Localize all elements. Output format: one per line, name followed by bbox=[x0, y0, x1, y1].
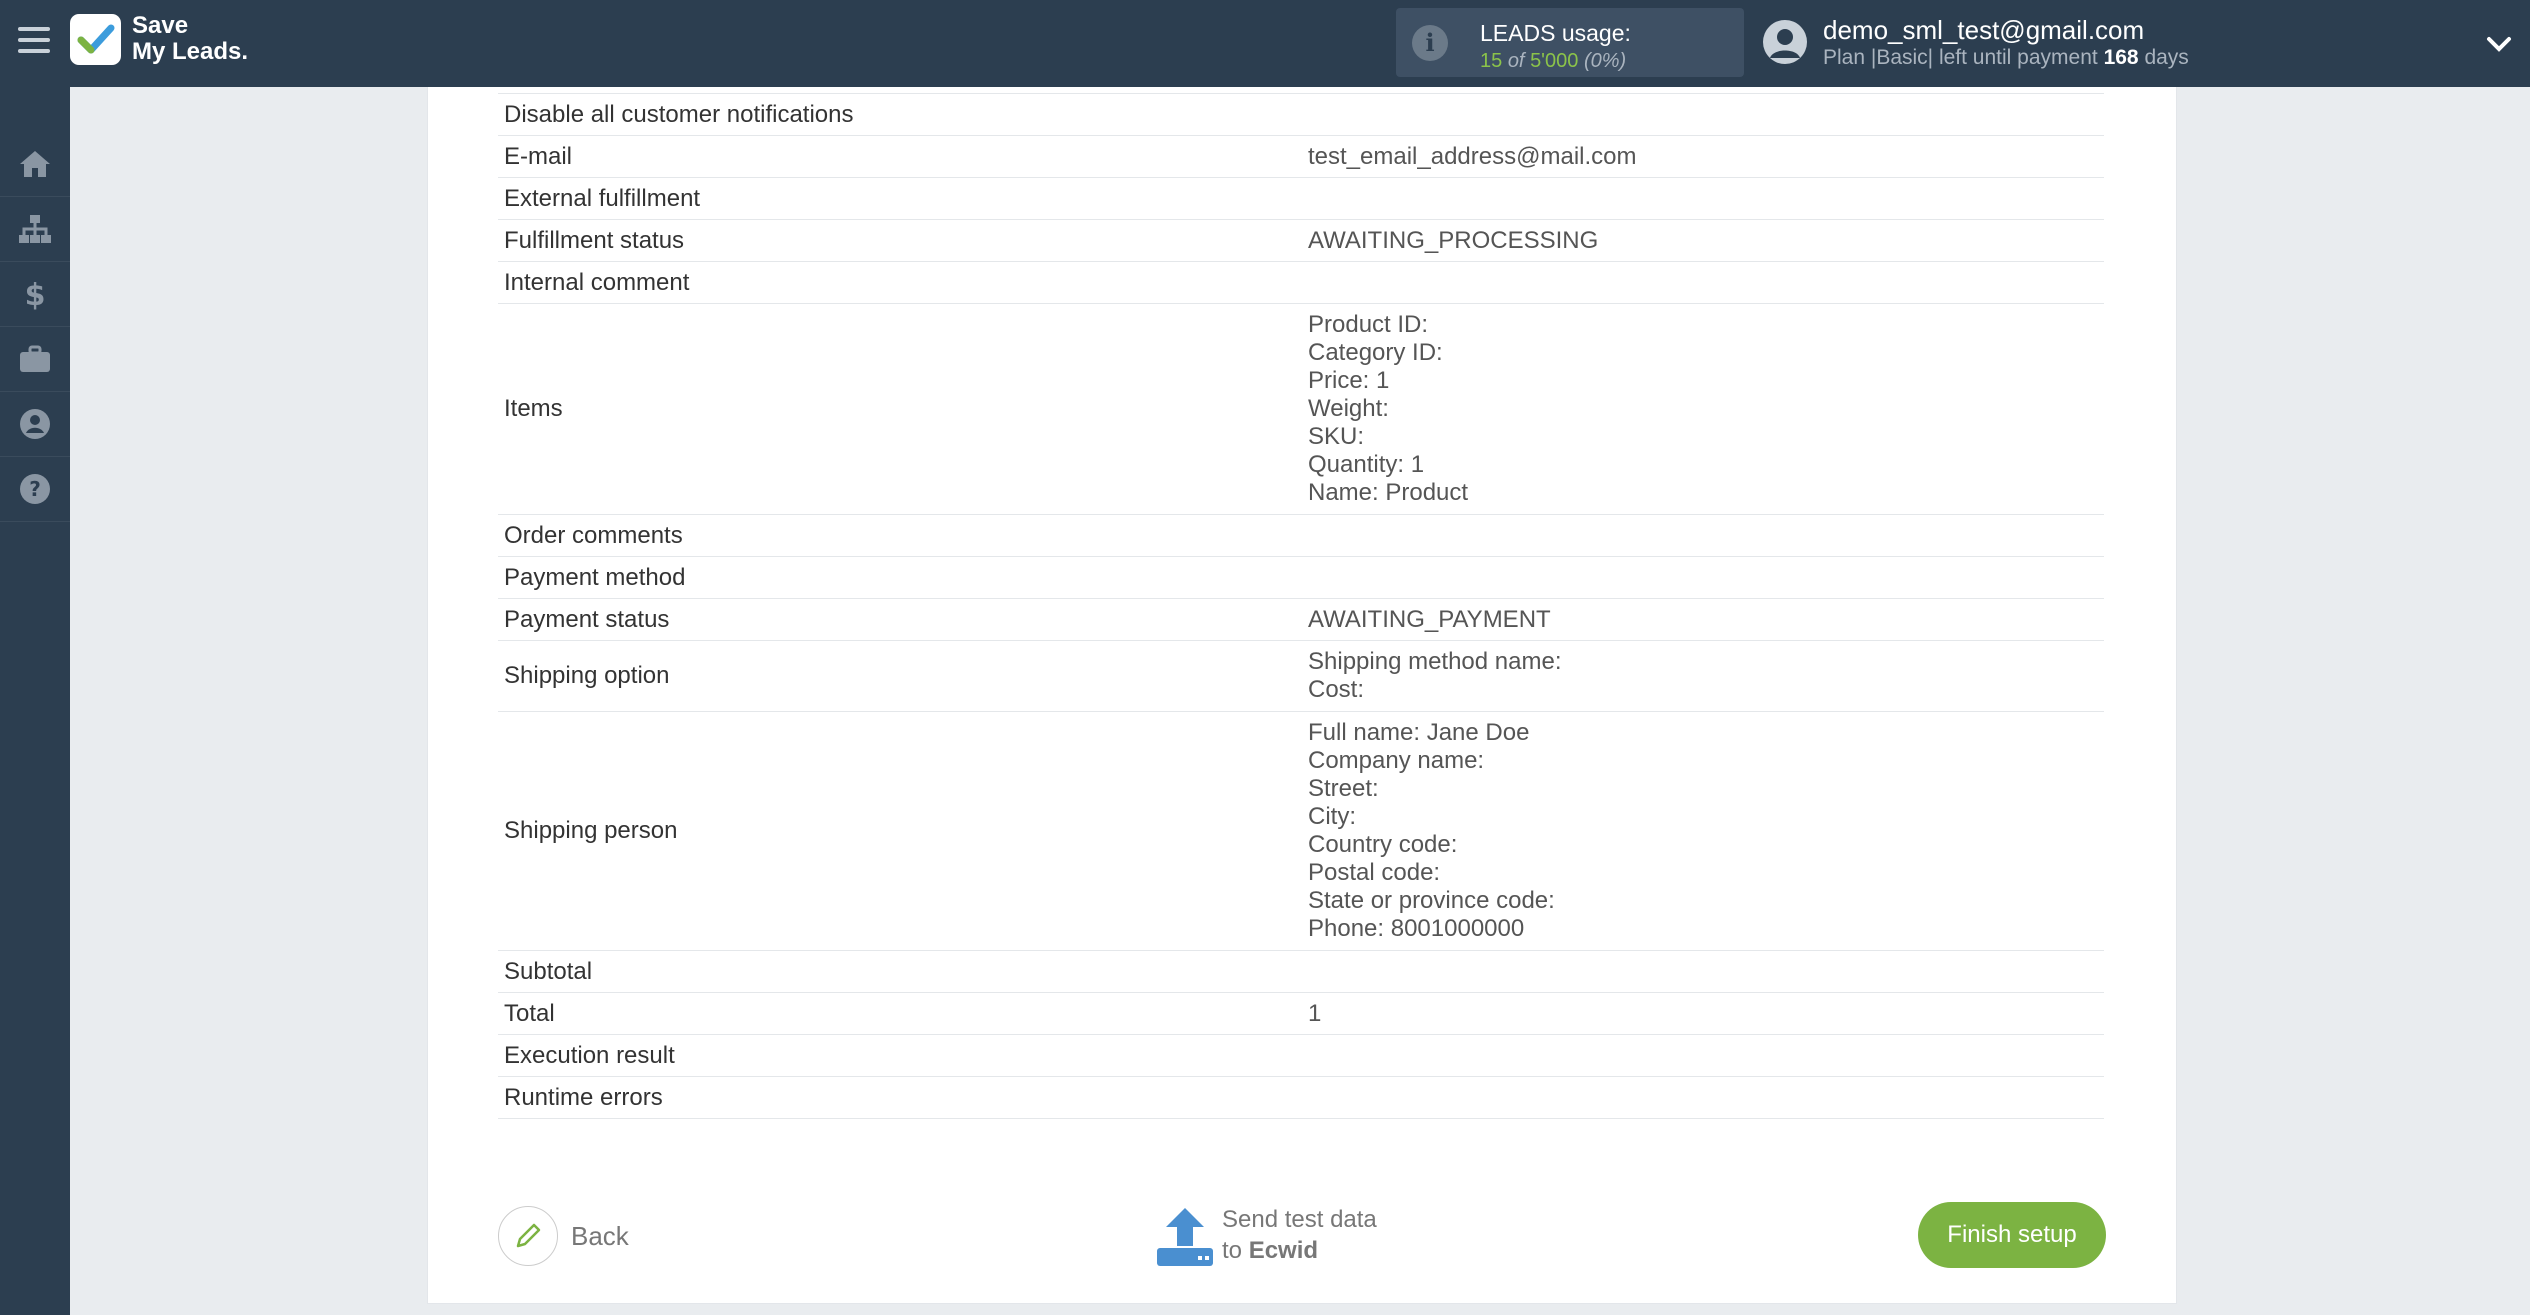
field-name: Items bbox=[498, 303, 1302, 515]
field-value: 1 bbox=[1302, 992, 2104, 1035]
upload-icon bbox=[1156, 1206, 1214, 1268]
field-value bbox=[1302, 177, 2104, 220]
leads-usage-panel[interactable]: i LEADS usage: 15 of 5'000 (0%) bbox=[1396, 8, 1744, 77]
usage-total: 5'000 bbox=[1530, 50, 1579, 72]
field-name: Shipping person bbox=[498, 711, 1302, 951]
table-row: Disable all customer notifications bbox=[498, 93, 2104, 136]
table-row: Order comments bbox=[498, 514, 2104, 557]
logo-icon[interactable] bbox=[70, 14, 121, 65]
field-name: Shipping option bbox=[498, 640, 1302, 712]
field-name: Payment method bbox=[498, 556, 1302, 599]
field-value bbox=[1302, 556, 2104, 599]
table-row: Internal comment bbox=[498, 261, 2104, 304]
usage-percent: (0%) bbox=[1583, 50, 1627, 72]
send-to: to bbox=[1222, 1237, 1243, 1264]
table-row: Items Product ID: Category ID: Price: 1 W… bbox=[498, 303, 2104, 515]
field-name: Disable all customer notifications bbox=[498, 93, 1302, 136]
table-row: Subtotal bbox=[498, 950, 2104, 993]
field-value: test_email_address@mail.com bbox=[1302, 135, 2104, 178]
field-name: Fulfillment status bbox=[498, 219, 1302, 262]
info-icon: i bbox=[1412, 25, 1448, 61]
user-plan: Plan |Basic| left until payment 168 days bbox=[1823, 46, 2189, 70]
table-row: Shipping option Shipping method name: Cos… bbox=[498, 640, 2104, 712]
field-value: Shipping method name: Cost: bbox=[1302, 640, 2104, 712]
plan-text: Plan |Basic| left until payment bbox=[1823, 46, 2098, 69]
brand-line-2: My Leads. bbox=[132, 38, 249, 65]
send-test-data-button[interactable]: Send test data to Ecwid bbox=[1156, 1201, 1406, 1271]
sitemap-icon[interactable] bbox=[0, 197, 70, 262]
briefcase-icon[interactable] bbox=[0, 327, 70, 392]
usage-used: 15 bbox=[1480, 50, 1503, 72]
back-label: Back bbox=[571, 1221, 629, 1251]
plan-days-suffix: days bbox=[2144, 46, 2189, 69]
field-value: Product ID: Category ID: Price: 1 Weight… bbox=[1302, 303, 2104, 515]
svg-text:?: ? bbox=[29, 477, 41, 501]
user-circle-icon[interactable] bbox=[0, 392, 70, 457]
field-value: AWAITING_PROCESSING bbox=[1302, 219, 2104, 262]
table-row: E-mail test_email_address@mail.com bbox=[498, 135, 2104, 178]
usage-count: 15 of 5'000 (0%) bbox=[1480, 50, 1626, 73]
usage-title: LEADS usage: bbox=[1480, 20, 1631, 46]
chevron-down-icon[interactable] bbox=[2483, 28, 2515, 60]
top-bar: Save My Leads. i LEADS usage: 15 of 5'00… bbox=[0, 0, 2530, 87]
test-data-table: Disable all customer notifications E-mail… bbox=[498, 93, 2104, 1119]
field-value bbox=[1302, 514, 2104, 557]
field-value bbox=[1302, 1034, 2104, 1077]
table-row: Fulfillment status AWAITING_PROCESSING bbox=[498, 219, 2104, 262]
sidebar: $ ? bbox=[0, 87, 70, 1315]
field-name: Payment status bbox=[498, 598, 1302, 641]
finish-setup-button[interactable]: Finish setup bbox=[1918, 1202, 2106, 1268]
plan-days: 168 bbox=[2103, 46, 2139, 69]
help-icon[interactable]: ? bbox=[0, 457, 70, 522]
brand-line-1: Save bbox=[132, 12, 189, 39]
field-value: Full name: Jane Doe Company name: Street… bbox=[1302, 711, 2104, 951]
field-name: Execution result bbox=[498, 1034, 1302, 1077]
field-name: Runtime errors bbox=[498, 1076, 1302, 1119]
svg-text:$: $ bbox=[25, 278, 46, 311]
field-value: AWAITING_PAYMENT bbox=[1302, 598, 2104, 641]
table-row: Shipping person Full name: Jane Doe Compa… bbox=[498, 711, 2104, 951]
field-value bbox=[1302, 261, 2104, 304]
field-value bbox=[1302, 93, 2104, 136]
home-icon[interactable] bbox=[0, 132, 70, 197]
send-target: Ecwid bbox=[1248, 1237, 1319, 1264]
pencil-icon bbox=[498, 1206, 558, 1266]
field-name: Internal comment bbox=[498, 261, 1302, 304]
usage-of: of bbox=[1507, 50, 1525, 72]
table-row: Payment status AWAITING_PAYMENT bbox=[498, 598, 2104, 641]
table-row: Payment method bbox=[498, 556, 2104, 599]
menu-icon[interactable] bbox=[18, 27, 50, 57]
send-line-1: Send test data bbox=[1222, 1206, 1377, 1233]
field-name: External fulfillment bbox=[498, 177, 1302, 220]
field-name: Order comments bbox=[498, 514, 1302, 557]
send-test-data-label: Send test data to Ecwid bbox=[1222, 1204, 1377, 1266]
table-row: Execution result bbox=[498, 1034, 2104, 1077]
field-name: Subtotal bbox=[498, 950, 1302, 993]
user-email[interactable]: demo_sml_test@gmail.com bbox=[1823, 15, 2144, 46]
dollar-icon[interactable]: $ bbox=[0, 262, 70, 327]
table-row: External fulfillment bbox=[498, 177, 2104, 220]
table-row: Total 1 bbox=[498, 992, 2104, 1035]
user-avatar-icon[interactable] bbox=[1763, 20, 1807, 64]
field-value bbox=[1302, 950, 2104, 993]
send-line-2: to Ecwid bbox=[1222, 1235, 1377, 1266]
field-name: E-mail bbox=[498, 135, 1302, 178]
table-row: Runtime errors bbox=[498, 1076, 2104, 1119]
brand-name[interactable]: Save My Leads. bbox=[132, 13, 248, 65]
field-value bbox=[1302, 1076, 2104, 1119]
field-name: Total bbox=[498, 992, 1302, 1035]
main-panel: Disable all customer notifications E-mail… bbox=[427, 87, 2177, 1304]
